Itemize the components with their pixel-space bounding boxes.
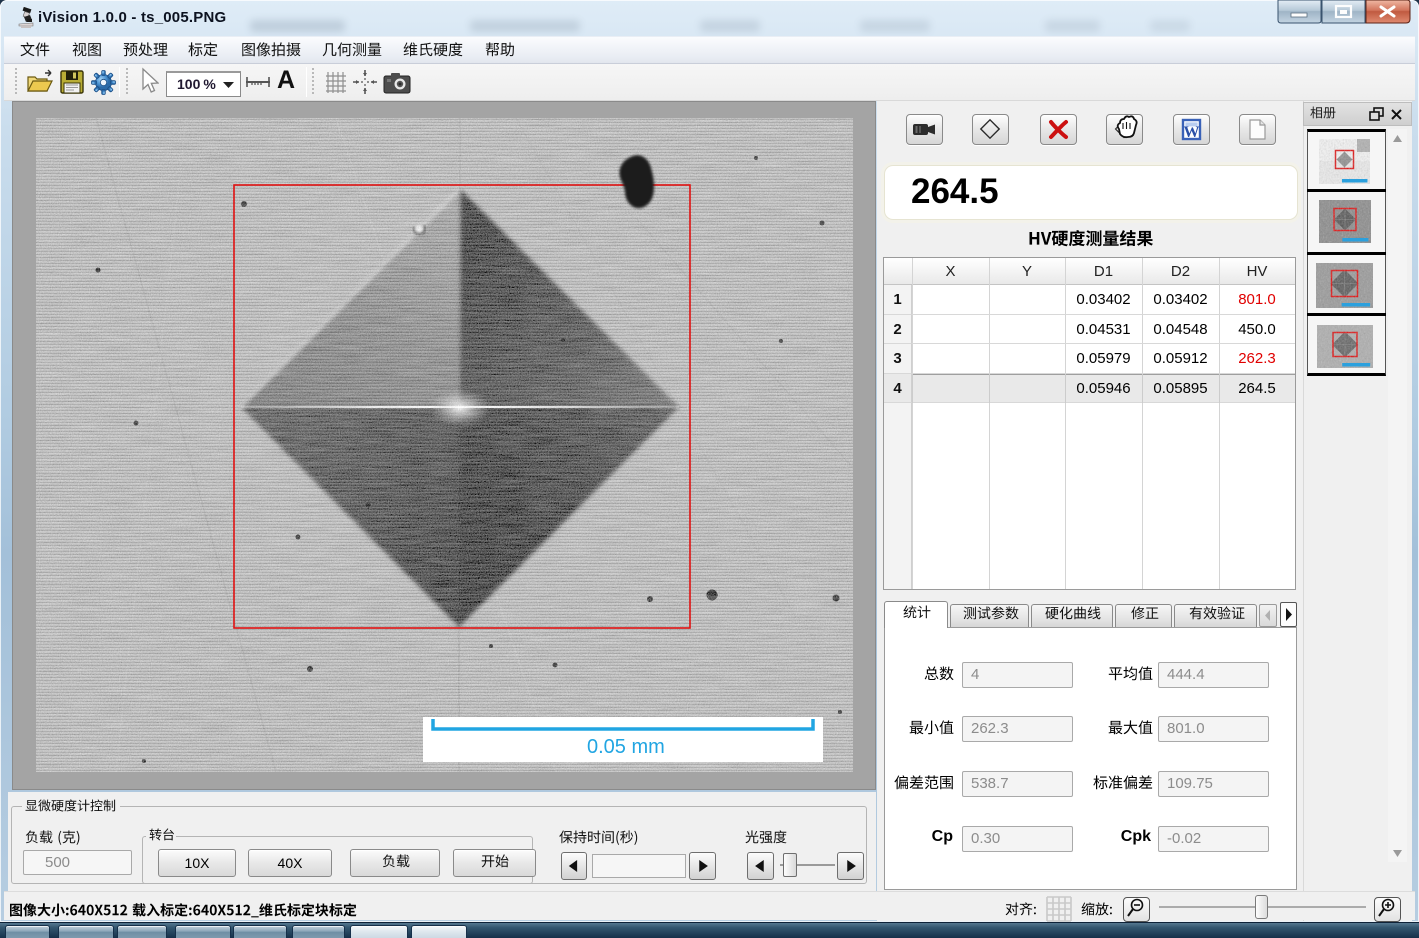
svg-text:W: W bbox=[1184, 124, 1200, 141]
svg-text:0.05 mm: 0.05 mm bbox=[587, 736, 665, 758]
